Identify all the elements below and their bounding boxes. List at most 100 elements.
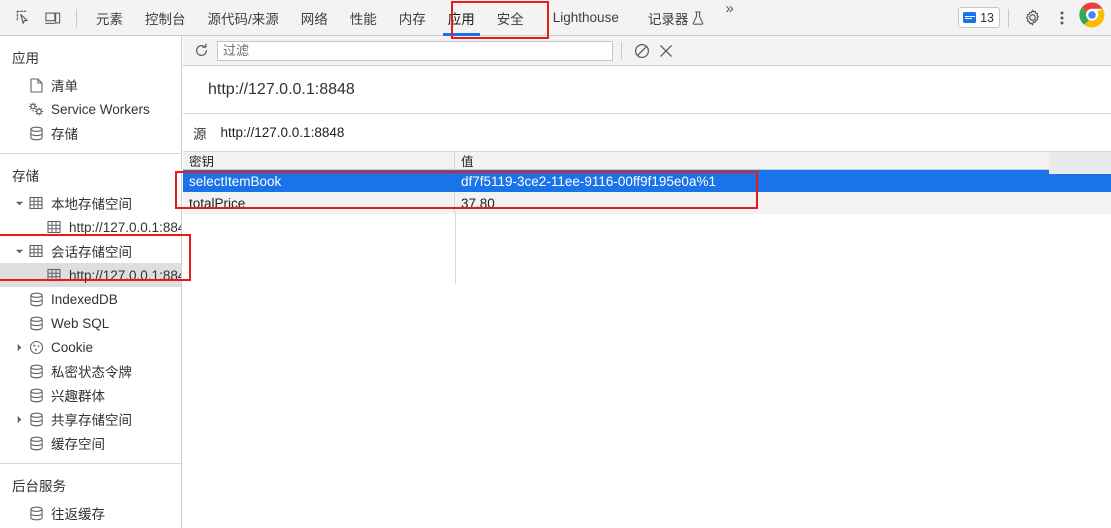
sidebar-item-cookie-label: Cookie — [51, 339, 94, 355]
sidebar-item-session-storage-label: 会话存储空间 — [51, 245, 132, 260]
database-icon — [26, 316, 46, 331]
tab-sources-label: 源代码/来源 — [207, 11, 279, 27]
tab-recorder[interactable]: 记录器 — [637, 0, 716, 36]
sidebar-item-local-storage-origin-label: http://127.0.0.1:884 — [69, 219, 181, 235]
database-icon — [26, 506, 46, 521]
table-row[interactable]: selectItemBook df7f5119-3ce2-11ee-9116-0… — [183, 152, 1111, 192]
refresh-icon[interactable] — [189, 39, 213, 63]
table-header-row: 密钥 值 — [183, 152, 1111, 170]
toolbar-divider — [76, 8, 77, 27]
cookie-icon — [26, 340, 46, 355]
chevron-down-icon[interactable] — [12, 199, 26, 208]
tab-security-label: 安全 — [496, 11, 524, 27]
sidebar-item-session-storage-origin-label: http://127.0.0.1:884 — [69, 267, 181, 283]
tab-elements-label: 元素 — [96, 11, 123, 27]
table-cell-key: selectItemBook — [183, 170, 455, 192]
tab-application[interactable]: 应用 — [437, 0, 486, 36]
sidebar-item-shared-storage-label: 共享存储空间 — [51, 413, 132, 428]
sidebar-item-session-storage[interactable]: 会话存储空间 — [0, 239, 181, 263]
kebab-menu-icon[interactable] — [1047, 4, 1077, 32]
database-icon — [26, 436, 46, 451]
clear-all-icon[interactable] — [630, 39, 654, 63]
database-icon — [26, 388, 46, 403]
sidebar-item-back-forward-cache[interactable]: 往返缓存 — [0, 501, 181, 525]
delete-selected-icon[interactable] — [654, 39, 678, 63]
sidebar-item-shared-storage[interactable]: 共享存储空间 — [0, 407, 181, 431]
table-row[interactable]: totalPrice 37.80 — [183, 192, 1111, 214]
tab-sources[interactable]: 源代码/来源 — [197, 0, 290, 36]
sidebar-item-indexeddb[interactable]: IndexedDB — [0, 287, 181, 311]
sidebar-section-application: 应用 清单 Service Workers 存储 — [0, 36, 181, 154]
sidebar-item-manifest-label: 清单 — [51, 79, 78, 94]
tab-security[interactable]: 安全 — [486, 0, 535, 36]
table-icon — [26, 244, 46, 258]
sidebar-item-back-forward-cache-label: 往返缓存 — [51, 507, 105, 522]
chrome-logo-icon — [1079, 2, 1105, 28]
more-tabs-button[interactable]: » — [715, 0, 743, 36]
database-icon — [26, 126, 46, 141]
row-selection-tail — [1049, 152, 1111, 174]
filter-input[interactable] — [217, 40, 613, 61]
sidebar-item-manifest[interactable]: 清单 — [0, 73, 181, 97]
message-count-label: 13 — [980, 10, 994, 25]
storage-main-panel: http://127.0.0.1:8848 源 http://127.0.0.1… — [183, 36, 1111, 528]
sidebar-item-service-workers[interactable]: Service Workers — [0, 97, 181, 121]
table-icon — [44, 220, 64, 234]
database-icon — [26, 364, 46, 379]
sidebar-section-application-title: 应用 — [12, 51, 39, 66]
sidebar-item-session-storage-origin[interactable]: http://127.0.0.1:884 — [0, 263, 181, 287]
column-header-key[interactable]: 密钥 — [183, 152, 455, 169]
tab-network[interactable]: 网络 — [290, 0, 339, 36]
sidebar-item-local-storage-origin[interactable]: http://127.0.0.1:884 — [0, 215, 181, 239]
device-toolbar-icon[interactable] — [38, 4, 68, 32]
inspect-element-icon[interactable] — [8, 4, 38, 32]
sidebar-item-interest-groups-label: 兴趣群体 — [51, 389, 105, 404]
message-count-badge[interactable]: 13 — [958, 7, 1000, 28]
tab-console-label: 控制台 — [145, 11, 186, 27]
sidebar-section-storage-title: 存储 — [12, 169, 39, 184]
chevron-right-icon[interactable] — [12, 415, 26, 424]
sidebar-section-background-services-title: 后台服务 — [12, 479, 66, 494]
database-icon — [26, 412, 46, 427]
tab-performance-label: 性能 — [349, 11, 377, 27]
tab-network-label: 网络 — [300, 11, 328, 27]
sidebar-item-cookie[interactable]: Cookie — [0, 335, 181, 359]
table-cell-value: 37.80 — [461, 195, 495, 211]
devtools-tab-strip: 元素 控制台 源代码/来源 网络 性能 内存 应用 安全 Lighthouse … — [85, 0, 744, 36]
sidebar-item-local-storage[interactable]: 本地存储空间 — [0, 191, 181, 215]
tab-lighthouse-label: Lighthouse — [552, 10, 619, 25]
table-empty-area — [183, 214, 1111, 284]
table-column-divider[interactable] — [455, 214, 456, 284]
table-cell-key: totalPrice — [183, 192, 455, 214]
tab-application-label: 应用 — [447, 11, 475, 27]
sidebar-item-local-storage-label: 本地存储空间 — [51, 197, 132, 212]
tab-memory-label: 内存 — [398, 11, 426, 27]
sidebar-item-web-sql[interactable]: Web SQL — [0, 311, 181, 335]
sidebar-item-storage[interactable]: 存储 — [0, 121, 181, 145]
sidebar-item-private-state-tokens[interactable]: 私密状态令牌 — [0, 359, 181, 383]
sidebar-item-indexeddb-label: IndexedDB — [51, 291, 118, 307]
tab-lighthouse[interactable]: Lighthouse — [535, 0, 637, 36]
filter-toolbar — [183, 36, 1111, 66]
tab-elements[interactable]: 元素 — [85, 0, 134, 36]
manifest-file-icon — [26, 77, 46, 93]
tab-memory[interactable]: 内存 — [388, 0, 437, 36]
toolbar-divider-right — [1008, 8, 1009, 27]
filterbar-divider — [621, 42, 622, 59]
sidebar-item-private-state-tokens-label: 私密状态令牌 — [51, 365, 132, 380]
sidebar-item-service-workers-label: Service Workers — [51, 101, 150, 117]
tab-console[interactable]: 控制台 — [134, 0, 197, 36]
gear-icon[interactable] — [1017, 4, 1047, 32]
origin-key-label: 源 — [193, 126, 207, 142]
column-header-value[interactable]: 值 — [455, 152, 1111, 169]
sidebar-item-interest-groups[interactable]: 兴趣群体 — [0, 383, 181, 407]
tab-performance[interactable]: 性能 — [339, 0, 388, 36]
sidebar-item-cache-storage[interactable]: 缓存空间 — [0, 431, 181, 455]
tab-recorder-label: 记录器 — [647, 11, 689, 27]
chevron-right-icon[interactable] — [12, 343, 26, 352]
table-cell-value: df7f5119-3ce2-11ee-9116-00ff9f195e0a%1 — [461, 173, 716, 189]
devtools-sidebar: 应用 清单 Service Workers 存储 存储 本地存储空间 http:… — [0, 36, 182, 528]
gears-icon — [26, 101, 46, 117]
chevron-down-icon[interactable] — [12, 247, 26, 256]
origin-value: http://127.0.0.1:8848 — [220, 125, 345, 140]
